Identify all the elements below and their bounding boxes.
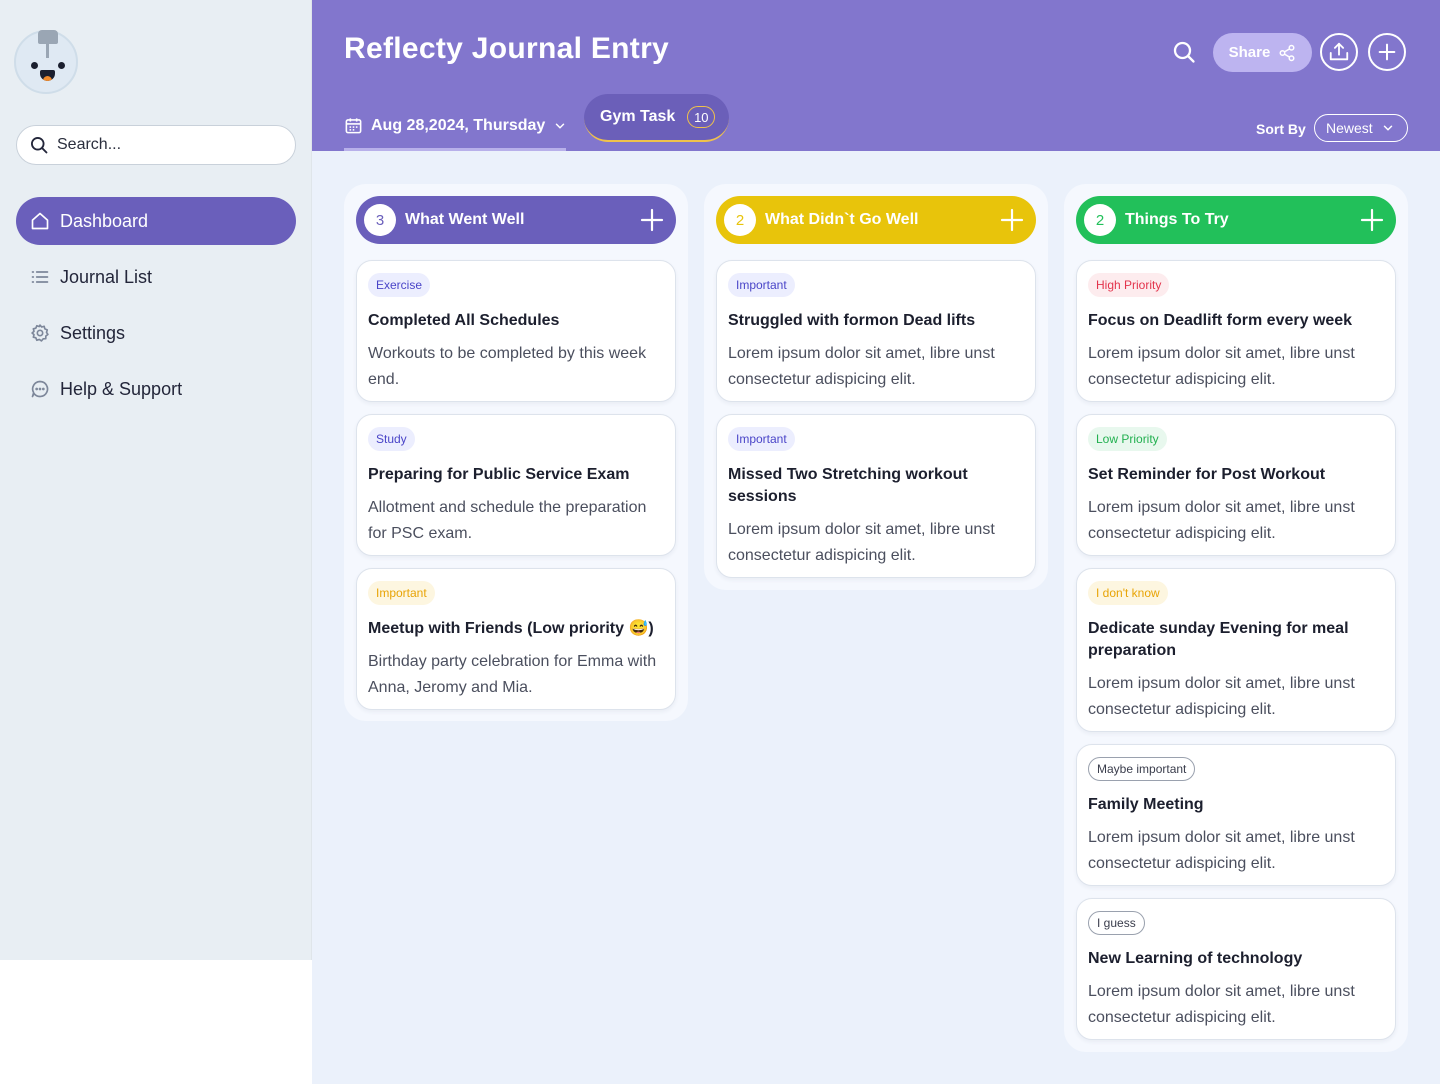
card-description: Lorem ipsum dolor sit amet, libre unst c… — [1088, 345, 1355, 388]
sidebar: Dashboard Journal List Settings Help & S… — [0, 0, 312, 960]
column-header: 2 Things To Try — [1076, 196, 1396, 244]
card-tag: Exercise — [368, 273, 431, 297]
sidebar-item-settings[interactable]: Settings — [16, 309, 296, 357]
date-label: Aug 28,2024, Thursday — [371, 116, 546, 134]
card-title: Preparing for Public Service Exam — [368, 466, 630, 483]
column-title: Things To Try — [1125, 211, 1229, 228]
app-logo[interactable] — [14, 30, 78, 94]
sidebar-item-label: Journal List — [60, 266, 153, 287]
card-description: Birthday party celebration for Emma with… — [368, 653, 657, 696]
search-input[interactable] — [57, 136, 277, 154]
card-tag: Important — [728, 273, 795, 297]
sidebar-item-journal-list[interactable]: Journal List — [16, 253, 296, 301]
journal-card[interactable]: Low Priority Set Reminder for Post Worko… — [1076, 414, 1396, 556]
card-title: Struggled with formon Dead lifts — [728, 312, 976, 329]
tab-gym-task[interactable]: Gym Task 10 — [584, 94, 729, 142]
card-description: Lorem ipsum dolor sit amet, libre unst c… — [1088, 499, 1355, 542]
card-tag: Maybe important — [1088, 757, 1196, 781]
sort-select[interactable]: Newest — [1314, 114, 1408, 142]
card-description: Lorem ipsum dolor sit amet, libre unst c… — [1088, 983, 1355, 1026]
search-icon — [1173, 41, 1195, 63]
card-tag: Study — [368, 427, 415, 451]
sidebar-item-label: Dashboard — [60, 210, 149, 231]
add-card-button[interactable] — [1360, 208, 1384, 232]
card-title: Missed Two Stretching workout sessions — [728, 466, 968, 505]
search-icon — [31, 137, 48, 154]
page-header: Reflecty Journal Entry Share Aug 28,2024… — [312, 0, 1440, 151]
add-card-button[interactable] — [640, 208, 664, 232]
journal-card[interactable]: Exercise Completed All Schedules Workout… — [356, 260, 676, 402]
column-header: 3 What Went Well — [356, 196, 676, 244]
tab-label: Gym Task — [600, 108, 676, 125]
calendar-icon — [345, 118, 362, 134]
journal-card[interactable]: Maybe important Family Meeting Lorem ips… — [1076, 744, 1396, 886]
add-card-button[interactable] — [1000, 208, 1024, 232]
upload-button[interactable] — [1320, 33, 1358, 71]
card-title: Meetup with Friends (Low priority 😅) — [368, 620, 654, 637]
card-tag: Important — [368, 581, 435, 605]
share-button[interactable]: Share — [1213, 33, 1312, 72]
date-tab-underline — [344, 148, 566, 151]
journal-card[interactable]: Study Preparing for Public Service Exam … — [356, 414, 676, 556]
share-label: Share — [1228, 44, 1271, 61]
card-title: New Learning of technology — [1088, 950, 1303, 967]
card-title: Dedicate sunday Evening for meal prepara… — [1088, 620, 1349, 659]
journal-card[interactable]: Important Struggled with formon Dead lif… — [716, 260, 1036, 402]
card-description: Lorem ipsum dolor sit amet, libre unst c… — [1088, 675, 1355, 718]
card-title: Focus on Deadlift form every week — [1088, 312, 1353, 329]
column-count: 3 — [364, 204, 396, 236]
column-title: What Went Well — [405, 211, 525, 228]
column-header: 2 What Didn`t Go Well — [716, 196, 1036, 244]
column-what-didnt-go-well: 2 What Didn`t Go Well Important Struggle… — [704, 184, 1048, 590]
journal-card[interactable]: Important Meetup with Friends (Low prior… — [356, 568, 676, 710]
column-count: 2 — [724, 204, 756, 236]
upload-icon — [1329, 42, 1349, 61]
column-title: What Didn`t Go Well — [765, 211, 919, 228]
sidebar-item-dashboard[interactable]: Dashboard — [16, 197, 296, 245]
journal-card[interactable]: I guess New Learning of technology Lorem… — [1076, 898, 1396, 1040]
card-title: Completed All Schedules — [368, 312, 560, 329]
search-button[interactable] — [1170, 38, 1198, 66]
card-description: Lorem ipsum dolor sit amet, libre unst c… — [1088, 829, 1355, 872]
journal-card[interactable]: Important Missed Two Stretching workout … — [716, 414, 1036, 578]
sidebar-item-help-support[interactable]: Help & Support — [16, 365, 296, 413]
sort-label: Sort By — [1256, 121, 1306, 137]
chevron-down-icon — [1383, 125, 1392, 131]
card-tag: Low Priority — [1088, 427, 1167, 451]
card-tag: I don't know — [1088, 581, 1168, 605]
card-tag: Important — [728, 427, 795, 451]
card-description: Allotment and schedule the preparation f… — [368, 499, 647, 542]
journal-card[interactable]: High Priority Focus on Deadlift form eve… — [1076, 260, 1396, 402]
card-tag: High Priority — [1088, 273, 1170, 297]
column-what-went-well: 3 What Went Well Exercise Completed All … — [344, 184, 688, 721]
page-title: Reflecty Journal Entry — [344, 32, 670, 65]
home-icon — [30, 211, 50, 231]
search-box[interactable] — [16, 125, 296, 165]
card-tag: I guess — [1088, 911, 1145, 935]
journal-card[interactable]: I don't know Dedicate sunday Evening for… — [1076, 568, 1396, 732]
tab-count-badge: 10 — [687, 106, 716, 128]
main-content: Reflecty Journal Entry Share Aug 28,2024… — [312, 0, 1440, 1084]
chat-icon — [30, 379, 50, 399]
add-entry-button[interactable] — [1368, 33, 1406, 71]
card-description: Lorem ipsum dolor sit amet, libre unst c… — [728, 521, 995, 564]
chevron-down-icon — [556, 123, 565, 129]
card-description: Lorem ipsum dolor sit amet, libre unst c… — [728, 345, 995, 388]
sort-value: Newest — [1326, 120, 1373, 136]
plus-icon — [1378, 43, 1396, 61]
card-title: Family Meeting — [1088, 796, 1204, 813]
card-description: Workouts to be completed by this week en… — [368, 345, 647, 388]
column-things-to-try: 2 Things To Try High Priority Focus on D… — [1064, 184, 1408, 1052]
date-selector[interactable]: Aug 28,2024, Thursday — [344, 116, 567, 135]
gear-icon — [30, 323, 50, 343]
list-icon — [30, 267, 50, 287]
card-title: Set Reminder for Post Workout — [1088, 466, 1326, 483]
share-icon — [1279, 44, 1295, 61]
sidebar-item-label: Settings — [60, 322, 126, 343]
sidebar-item-label: Help & Support — [60, 378, 183, 399]
column-count: 2 — [1084, 204, 1116, 236]
